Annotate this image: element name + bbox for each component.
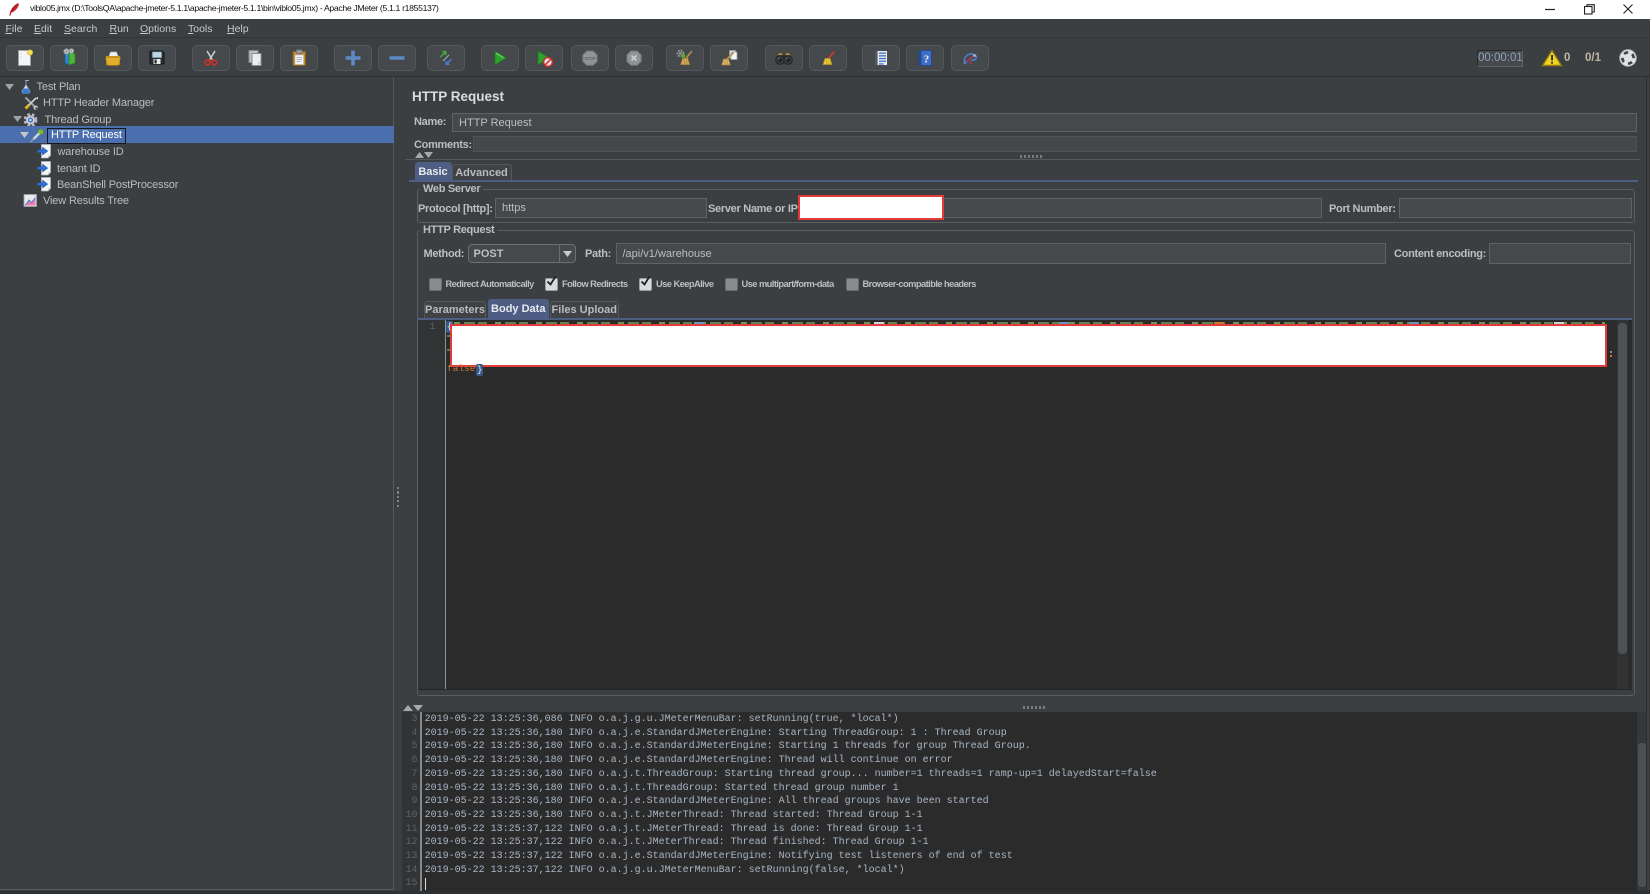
- svg-text:?: ?: [924, 53, 930, 65]
- svg-text:STOP: STOP: [584, 56, 596, 61]
